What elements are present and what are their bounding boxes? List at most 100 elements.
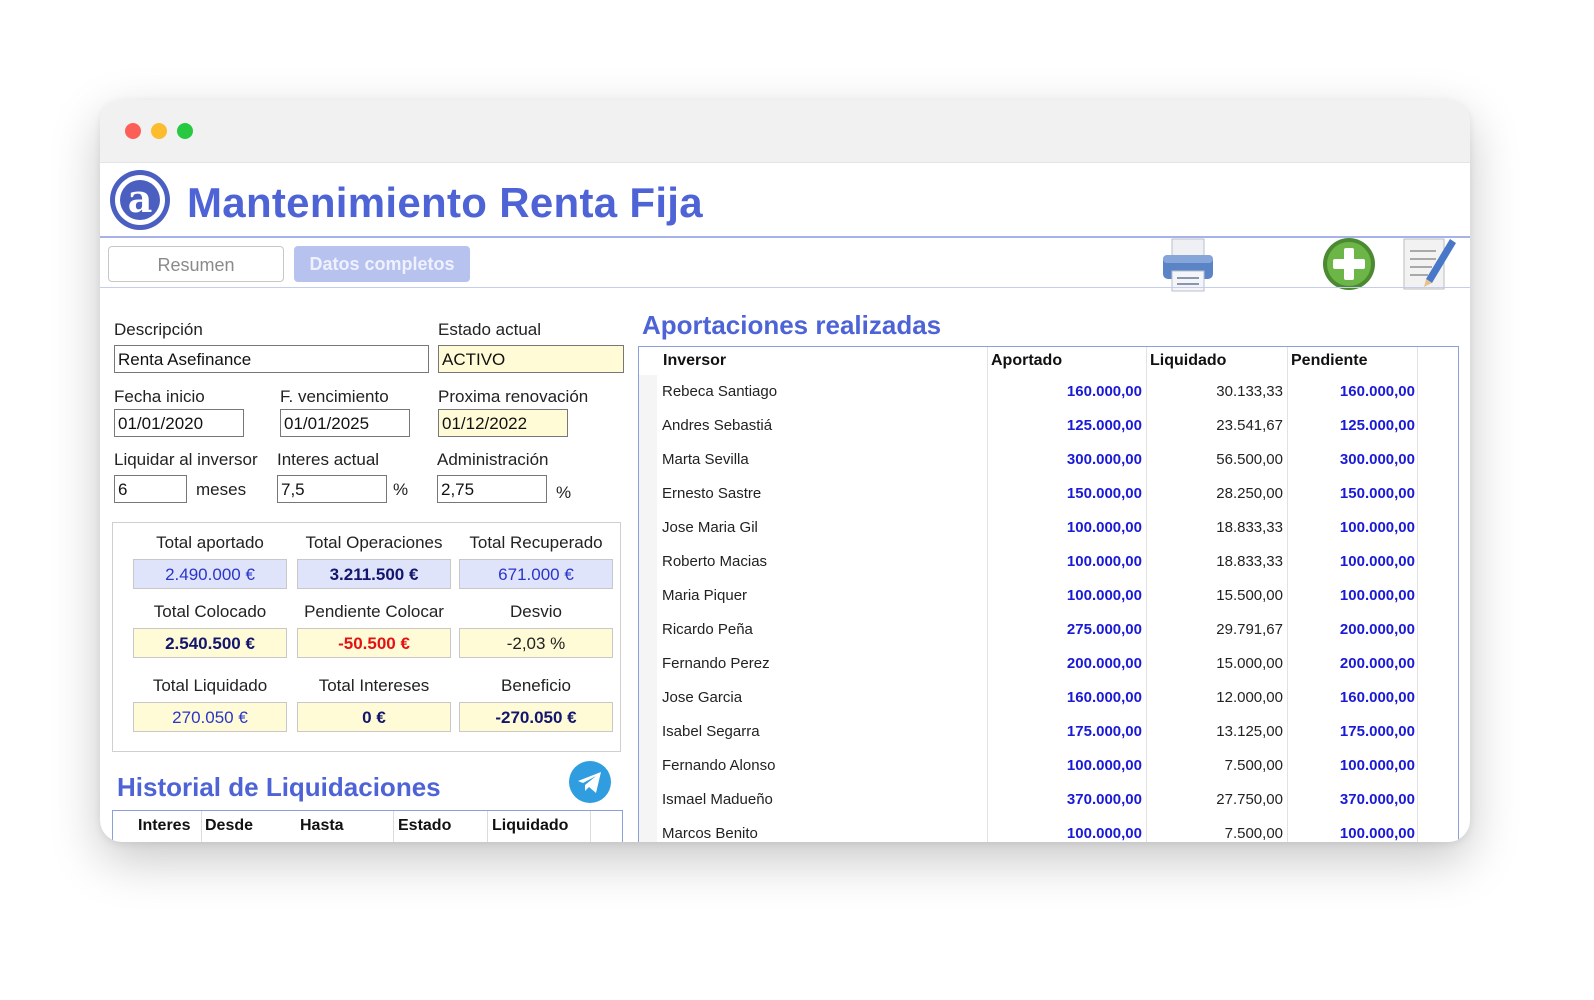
descripcion-label: Descripción <box>114 320 203 339</box>
liquidar-input[interactable]: 6 <box>114 475 187 503</box>
minimize-window-button[interactable] <box>151 123 167 139</box>
col-aportado[interactable]: Aportado <box>991 352 1062 370</box>
historial-col-desde[interactable]: Desde <box>205 817 253 835</box>
pendiente-colocar-value: -50.500 € <box>297 628 451 658</box>
admin-input[interactable]: 2,75 <box>437 475 547 503</box>
cell-inversor: Ismael Madueño <box>662 791 773 808</box>
historial-col-hasta[interactable]: Hasta <box>300 817 344 835</box>
col-liquidado[interactable]: Liquidado <box>1150 352 1226 370</box>
table-row[interactable]: Andres Sebastiá 125.000,00 23.541,67 125.00… <box>639 411 1458 445</box>
add-plus-icon[interactable] <box>1322 237 1376 291</box>
total-colocado-value: 2.540.500 € <box>133 628 287 658</box>
table-row[interactable]: Maria Piquer 100.000,00 15.500,00 100.000,0… <box>639 581 1458 615</box>
cell-pendiente: 370.000,00 <box>1339 791 1415 808</box>
summary-panel: Total aportado 2.490.000 € Total Operaci… <box>112 522 621 752</box>
aportaciones-table: Inversor Aportado Liquidado Pendiente Re… <box>638 346 1459 842</box>
renovacion-input[interactable]: 01/12/2022 <box>438 409 568 437</box>
historial-table: Interes Desde Hasta Estado Liquidado <box>112 810 623 842</box>
printer-icon[interactable] <box>1160 235 1216 295</box>
admin-unit: % <box>556 483 572 502</box>
cell-aportado: 100.000,00 <box>1066 825 1142 842</box>
table-row[interactable]: Ernesto Sastre 150.000,00 28.250,00 150.000… <box>639 479 1458 513</box>
close-window-button[interactable] <box>125 123 141 139</box>
cell-liquidado: 18.833,33 <box>1216 553 1283 570</box>
descripcion-input[interactable]: Renta Asefinance <box>114 345 429 373</box>
cell-liquidado: 7.500,00 <box>1224 825 1283 842</box>
cell-inversor: Jose Garcia <box>662 689 743 706</box>
cell-pendiente: 200.000,00 <box>1339 621 1415 638</box>
edit-document-icon[interactable] <box>1402 233 1458 293</box>
cell-inversor: Andres Sebastiá <box>662 417 773 434</box>
total-intereses-label: Total Intereses <box>318 676 430 695</box>
total-recuperado-label: Total Recuperado <box>469 533 603 552</box>
tab-datos-completos[interactable]: Datos completos <box>294 246 470 282</box>
table-row[interactable]: Marta Sevilla 300.000,00 56.500,00 300.000,… <box>639 445 1458 479</box>
cell-liquidado: 7.500,00 <box>1224 757 1283 774</box>
interes-unit: % <box>393 480 409 499</box>
cell-aportado: 300.000,00 <box>1066 451 1142 468</box>
historial-col-interes[interactable]: Interes <box>138 817 190 835</box>
col-pendiente[interactable]: Pendiente <box>1291 352 1367 370</box>
cell-liquidado: 23.541,67 <box>1216 417 1283 434</box>
vencimiento-input[interactable]: 01/01/2025 <box>280 409 410 437</box>
maximize-window-button[interactable] <box>177 123 193 139</box>
cell-inversor: Marcos Benito <box>662 825 758 842</box>
table-row[interactable]: Marcos Benito 100.000,00 7.500,00 100.000,0… <box>639 819 1458 842</box>
cell-inversor: Jose Maria Gil <box>662 519 758 536</box>
table-row[interactable]: Fernando Alonso 100.000,00 7.500,00 100.000… <box>639 751 1458 785</box>
cell-pendiente: 100.000,00 <box>1339 825 1415 842</box>
beneficio-label: Beneficio <box>501 676 571 695</box>
cell-aportado: 100.000,00 <box>1066 587 1142 604</box>
telegram-send-icon[interactable] <box>568 760 612 804</box>
cell-inversor: Isabel Segarra <box>662 723 760 740</box>
liquidar-label: Liquidar al inversor <box>114 450 258 469</box>
table-row[interactable]: Fernando Perez 200.000,00 15.000,00 200.000… <box>639 649 1458 683</box>
table-row[interactable]: Roberto Macias 100.000,00 18.833,33 100.000… <box>639 547 1458 581</box>
fecha-inicio-input[interactable]: 01/01/2020 <box>114 409 244 437</box>
interes-label: Interes actual <box>277 450 380 469</box>
beneficio-value: -270.050 € <box>459 702 613 732</box>
col-inversor[interactable]: Inversor <box>663 352 726 370</box>
cell-liquidado: 18.833,33 <box>1216 519 1283 536</box>
aportaciones-title: Aportaciones realizadas <box>642 310 942 340</box>
cell-liquidado: 28.250,00 <box>1216 485 1283 502</box>
cell-pendiente: 100.000,00 <box>1339 587 1415 604</box>
table-row[interactable]: Isabel Segarra 175.000,00 13.125,00 175.000… <box>639 717 1458 751</box>
table-row[interactable]: Jose Maria Gil 100.000,00 18.833,33 100.000… <box>639 513 1458 547</box>
interes-input[interactable]: 7,5 <box>277 475 387 503</box>
cell-aportado: 100.000,00 <box>1066 519 1142 536</box>
cell-inversor: Ernesto Sastre <box>662 485 762 502</box>
estado-label: Estado actual <box>438 320 542 339</box>
historial-col-liquidado[interactable]: Liquidado <box>492 817 568 835</box>
estado-input[interactable]: ACTIVO <box>438 345 624 373</box>
app-window: a Mantenimiento Renta Fija Resumen Datos… <box>100 100 1470 842</box>
liquidar-unit: meses <box>196 480 247 499</box>
table-row[interactable]: Ismael Madueño 370.000,00 27.750,00 370.000… <box>639 785 1458 819</box>
cell-pendiente: 200.000,00 <box>1339 655 1415 672</box>
cell-liquidado: 29.791,67 <box>1216 621 1283 638</box>
cell-inversor: Roberto Macias <box>662 553 768 570</box>
desvio-value: -2,03 % <box>459 628 613 658</box>
cell-inversor: Fernando Alonso <box>662 757 776 774</box>
table-row[interactable]: Jose Garcia 160.000,00 12.000,00 160.000,00 <box>639 683 1458 717</box>
cell-pendiente: 125.000,00 <box>1339 417 1415 434</box>
total-operaciones-label: Total Operaciones <box>305 533 443 552</box>
table-row[interactable]: Ricardo Peña 275.000,00 29.791,67 200.000,0… <box>639 615 1458 649</box>
admin-label: Administración <box>437 450 549 469</box>
cell-inversor: Fernando Perez <box>662 655 770 672</box>
cell-aportado: 160.000,00 <box>1066 689 1142 706</box>
cell-inversor: Marta Sevilla <box>662 451 749 468</box>
total-aportado-label: Total aportado <box>156 533 264 552</box>
cell-aportado: 100.000,00 <box>1066 757 1142 774</box>
total-operaciones-value: 3.211.500 € <box>297 559 451 589</box>
header-divider <box>100 236 1470 238</box>
tabs-divider <box>100 287 1470 288</box>
historial-col-estado[interactable]: Estado <box>398 817 451 835</box>
cell-liquidado: 13.125,00 <box>1216 723 1283 740</box>
tab-resumen[interactable]: Resumen <box>108 246 284 282</box>
desvio-label: Desvio <box>510 602 562 621</box>
total-recuperado-value: 671.000 € <box>459 559 613 589</box>
cell-aportado: 200.000,00 <box>1066 655 1142 672</box>
table-row[interactable]: Rebeca Santiago 160.000,00 30.133,33 160.00… <box>639 377 1458 411</box>
cell-pendiente: 160.000,00 <box>1339 383 1415 400</box>
